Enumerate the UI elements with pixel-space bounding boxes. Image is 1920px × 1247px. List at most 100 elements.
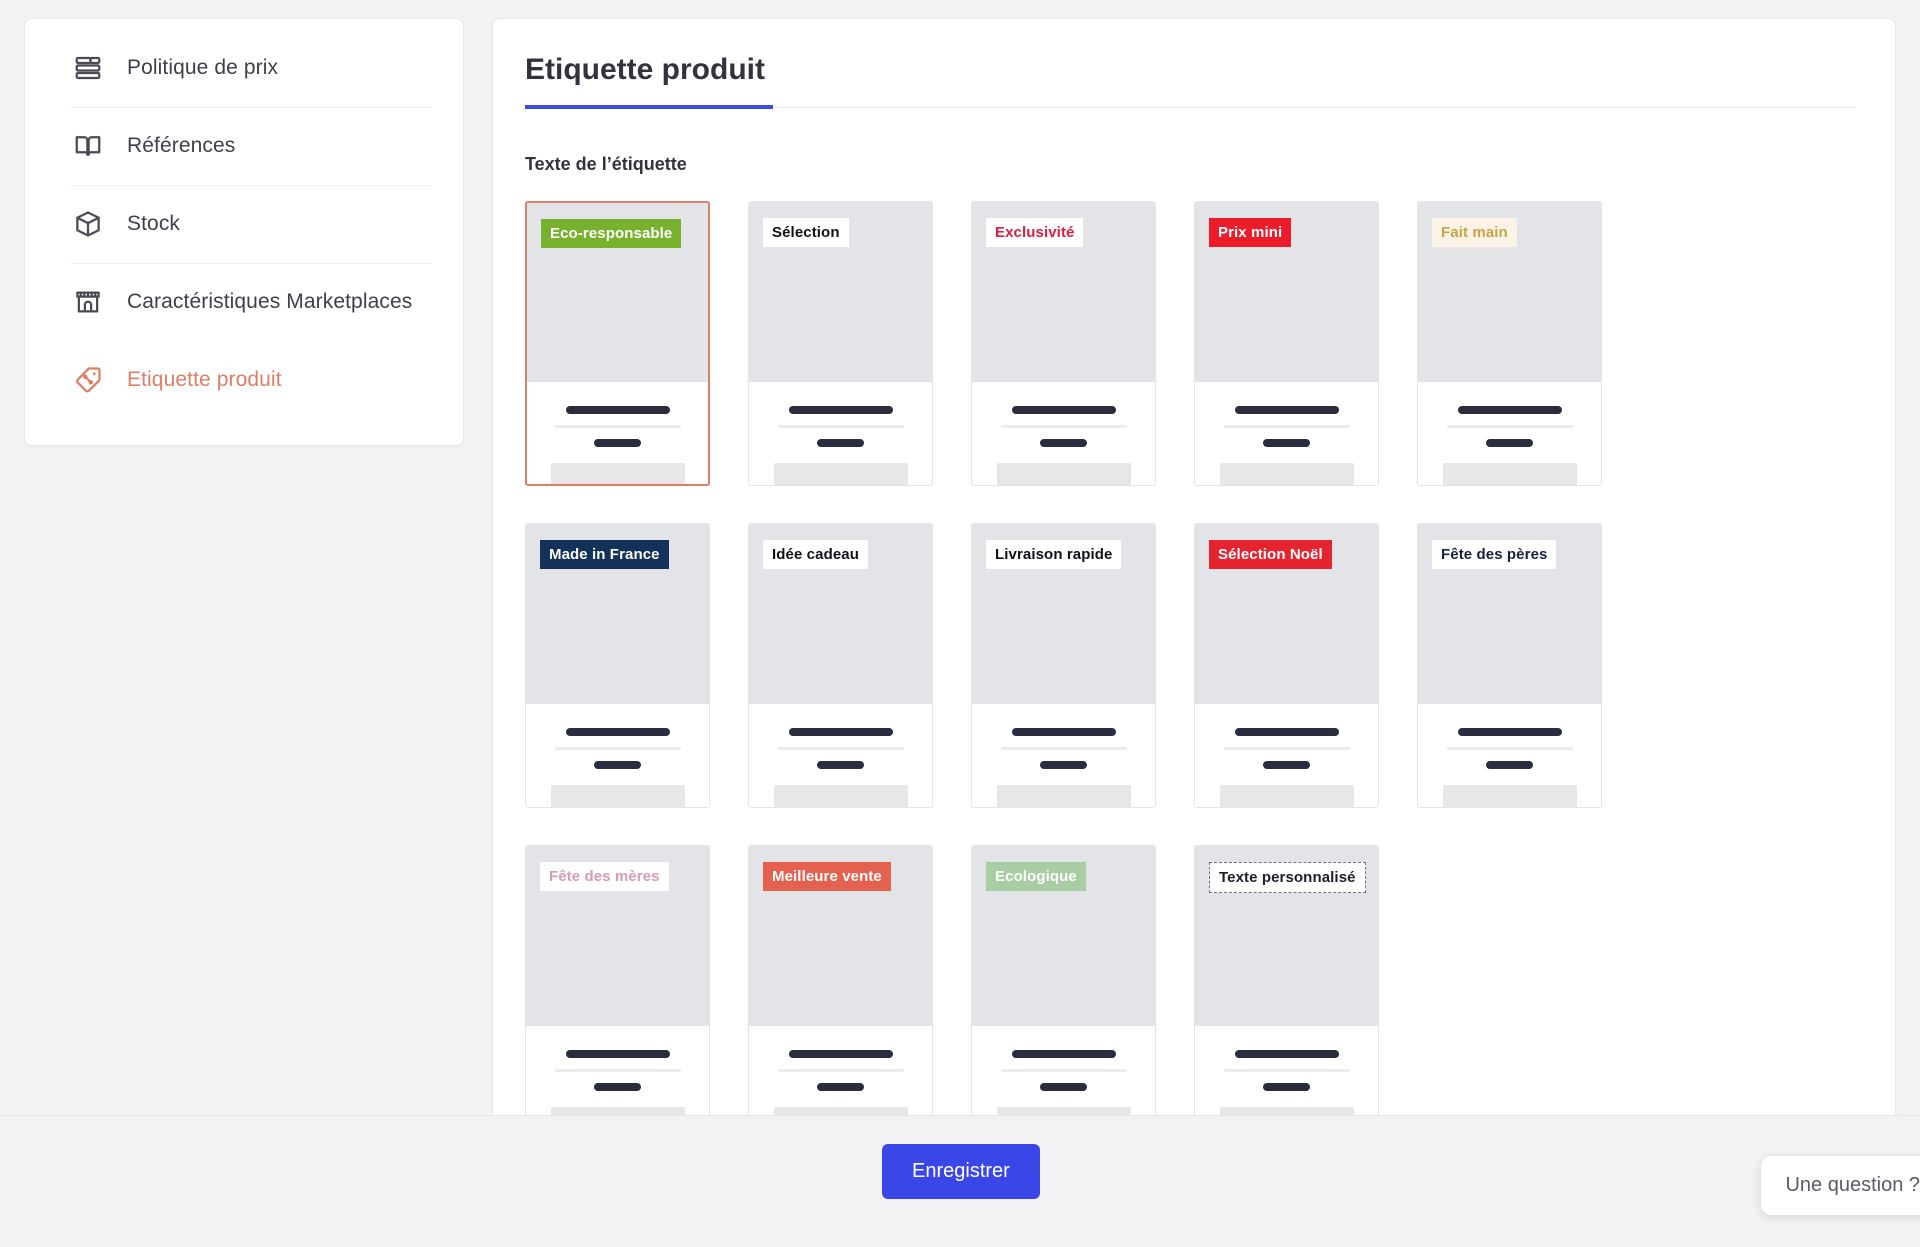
label-badge: Made in France	[540, 540, 669, 569]
page-title: Etiquette produit	[525, 53, 773, 109]
label-card[interactable]: Eco-responsable	[525, 201, 710, 486]
card-skeleton-body	[1418, 382, 1601, 485]
label-badge: Ecologique	[986, 862, 1086, 891]
skeleton-line-light	[1223, 747, 1350, 750]
coins-stack-icon	[71, 51, 105, 85]
skeleton-block	[1219, 785, 1354, 807]
skeleton-block	[773, 785, 908, 807]
skeleton-line-light	[777, 1069, 904, 1072]
label-badge: Fête des mères	[540, 862, 669, 891]
label-card[interactable]: Fête des mères	[525, 845, 710, 1130]
card-image-placeholder: Sélection Noël	[1195, 524, 1378, 704]
skeleton-line-short	[817, 761, 864, 769]
open-book-icon	[71, 129, 105, 163]
sidebar-item-references[interactable]: Références	[25, 107, 463, 185]
skeleton-line-light	[1000, 425, 1127, 428]
label-badge: Sélection Noël	[1209, 540, 1332, 569]
card-image-placeholder: Fête des pères	[1418, 524, 1601, 704]
card-image-placeholder: Sélection	[749, 202, 932, 382]
sidebar-item-label: Stock	[127, 212, 181, 235]
page-root: Politique de prix Références Stock Carac…	[0, 0, 1920, 1247]
sidebar-item-caracteristiques-marketplaces[interactable]: Caractéristiques Marketplaces	[25, 263, 463, 341]
skeleton-line-dark	[1234, 1050, 1339, 1058]
skeleton-line-short	[1040, 1083, 1087, 1091]
card-image-placeholder: Exclusivité	[972, 202, 1155, 382]
card-image-placeholder: Livraison rapide	[972, 524, 1155, 704]
skeleton-block	[1442, 785, 1577, 807]
skeleton-line-short	[1263, 1083, 1310, 1091]
label-badge: Texte personnalisé	[1209, 862, 1366, 893]
skeleton-line-light	[1223, 1069, 1350, 1072]
skeleton-line-dark	[1234, 728, 1339, 736]
label-card[interactable]: Exclusivité	[971, 201, 1156, 486]
skeleton-block	[996, 785, 1131, 807]
label-card[interactable]: Idée cadeau	[748, 523, 933, 808]
label-card[interactable]: Fête des pères	[1417, 523, 1602, 808]
label-badge: Eco-responsable	[541, 219, 682, 248]
label-card[interactable]: Livraison rapide	[971, 523, 1156, 808]
card-image-placeholder: Ecologique	[972, 846, 1155, 1026]
label-card[interactable]: Prix mini	[1194, 201, 1379, 486]
card-image-placeholder: Idée cadeau	[749, 524, 932, 704]
help-chat-widget[interactable]: Une question ?	[1761, 1156, 1920, 1215]
card-skeleton-body	[1195, 704, 1378, 807]
skeleton-line-dark	[788, 728, 893, 736]
skeleton-line-light	[1446, 425, 1573, 428]
box-icon	[71, 207, 105, 241]
skeleton-block	[1219, 463, 1354, 485]
sidebar-item-politique-de-prix[interactable]: Politique de prix	[25, 29, 463, 107]
skeleton-block	[550, 785, 685, 807]
card-skeleton-body	[526, 704, 709, 807]
card-image-placeholder: Meilleure vente	[749, 846, 932, 1026]
label-badge: Prix mini	[1209, 218, 1292, 247]
price-tag-icon	[71, 363, 105, 397]
skeleton-line-light	[1000, 747, 1127, 750]
label-badge: Fête des pères	[1432, 540, 1557, 569]
skeleton-block	[550, 463, 685, 484]
skeleton-line-short	[1486, 761, 1533, 769]
skeleton-block	[773, 463, 908, 485]
sidebar-item-label: Politique de prix	[127, 56, 279, 79]
skeleton-block	[1442, 463, 1577, 485]
sidebar-item-label: Etiquette produit	[127, 368, 282, 391]
skeleton-line-dark	[788, 406, 893, 414]
skeleton-line-light	[777, 747, 904, 750]
label-card[interactable]: Meilleure vente	[748, 845, 933, 1130]
skeleton-line-short	[1040, 439, 1087, 447]
skeleton-line-short	[1040, 761, 1087, 769]
content-row: Politique de prix Références Stock Carac…	[0, 0, 1920, 1171]
label-card[interactable]: Ecologique	[971, 845, 1156, 1130]
skeleton-line-dark	[1011, 728, 1116, 736]
skeleton-line-short	[594, 1083, 641, 1091]
label-card[interactable]: Sélection Noël	[1194, 523, 1379, 808]
skeleton-line-dark	[1457, 406, 1562, 414]
card-skeleton-body	[1195, 382, 1378, 485]
skeleton-line-short	[1263, 761, 1310, 769]
footer-bar: Enregistrer Une question ?	[0, 1115, 1920, 1247]
sidebar-item-etiquette-produit[interactable]: Etiquette produit	[25, 341, 463, 419]
skeleton-line-dark	[1457, 728, 1562, 736]
label-card[interactable]: Texte personnalisé	[1194, 845, 1379, 1130]
skeleton-line-short	[1486, 439, 1533, 447]
label-card[interactable]: Fait main	[1417, 201, 1602, 486]
skeleton-line-light	[777, 425, 904, 428]
skeleton-line-light	[554, 747, 681, 750]
skeleton-line-short	[594, 761, 641, 769]
product-label-panel: Etiquette produit Texte de l’étiquette E…	[492, 18, 1896, 1171]
label-card[interactable]: Made in France	[525, 523, 710, 808]
label-card[interactable]: Sélection	[748, 201, 933, 486]
skeleton-line-light	[1223, 425, 1350, 428]
skeleton-line-dark	[565, 1050, 670, 1058]
skeleton-line-light	[1446, 747, 1573, 750]
storefront-icon	[71, 285, 105, 319]
sidebar-item-label: Références	[127, 134, 236, 157]
skeleton-line-dark	[565, 406, 670, 414]
skeleton-line-dark	[565, 728, 670, 736]
save-button[interactable]: Enregistrer	[882, 1144, 1040, 1199]
label-badge: Exclusivité	[986, 218, 1084, 247]
label-badge: Idée cadeau	[763, 540, 868, 569]
panel-header: Etiquette produit	[525, 53, 1855, 109]
card-image-placeholder: Texte personnalisé	[1195, 846, 1378, 1026]
skeleton-line-dark	[1234, 406, 1339, 414]
sidebar-item-stock[interactable]: Stock	[25, 185, 463, 263]
